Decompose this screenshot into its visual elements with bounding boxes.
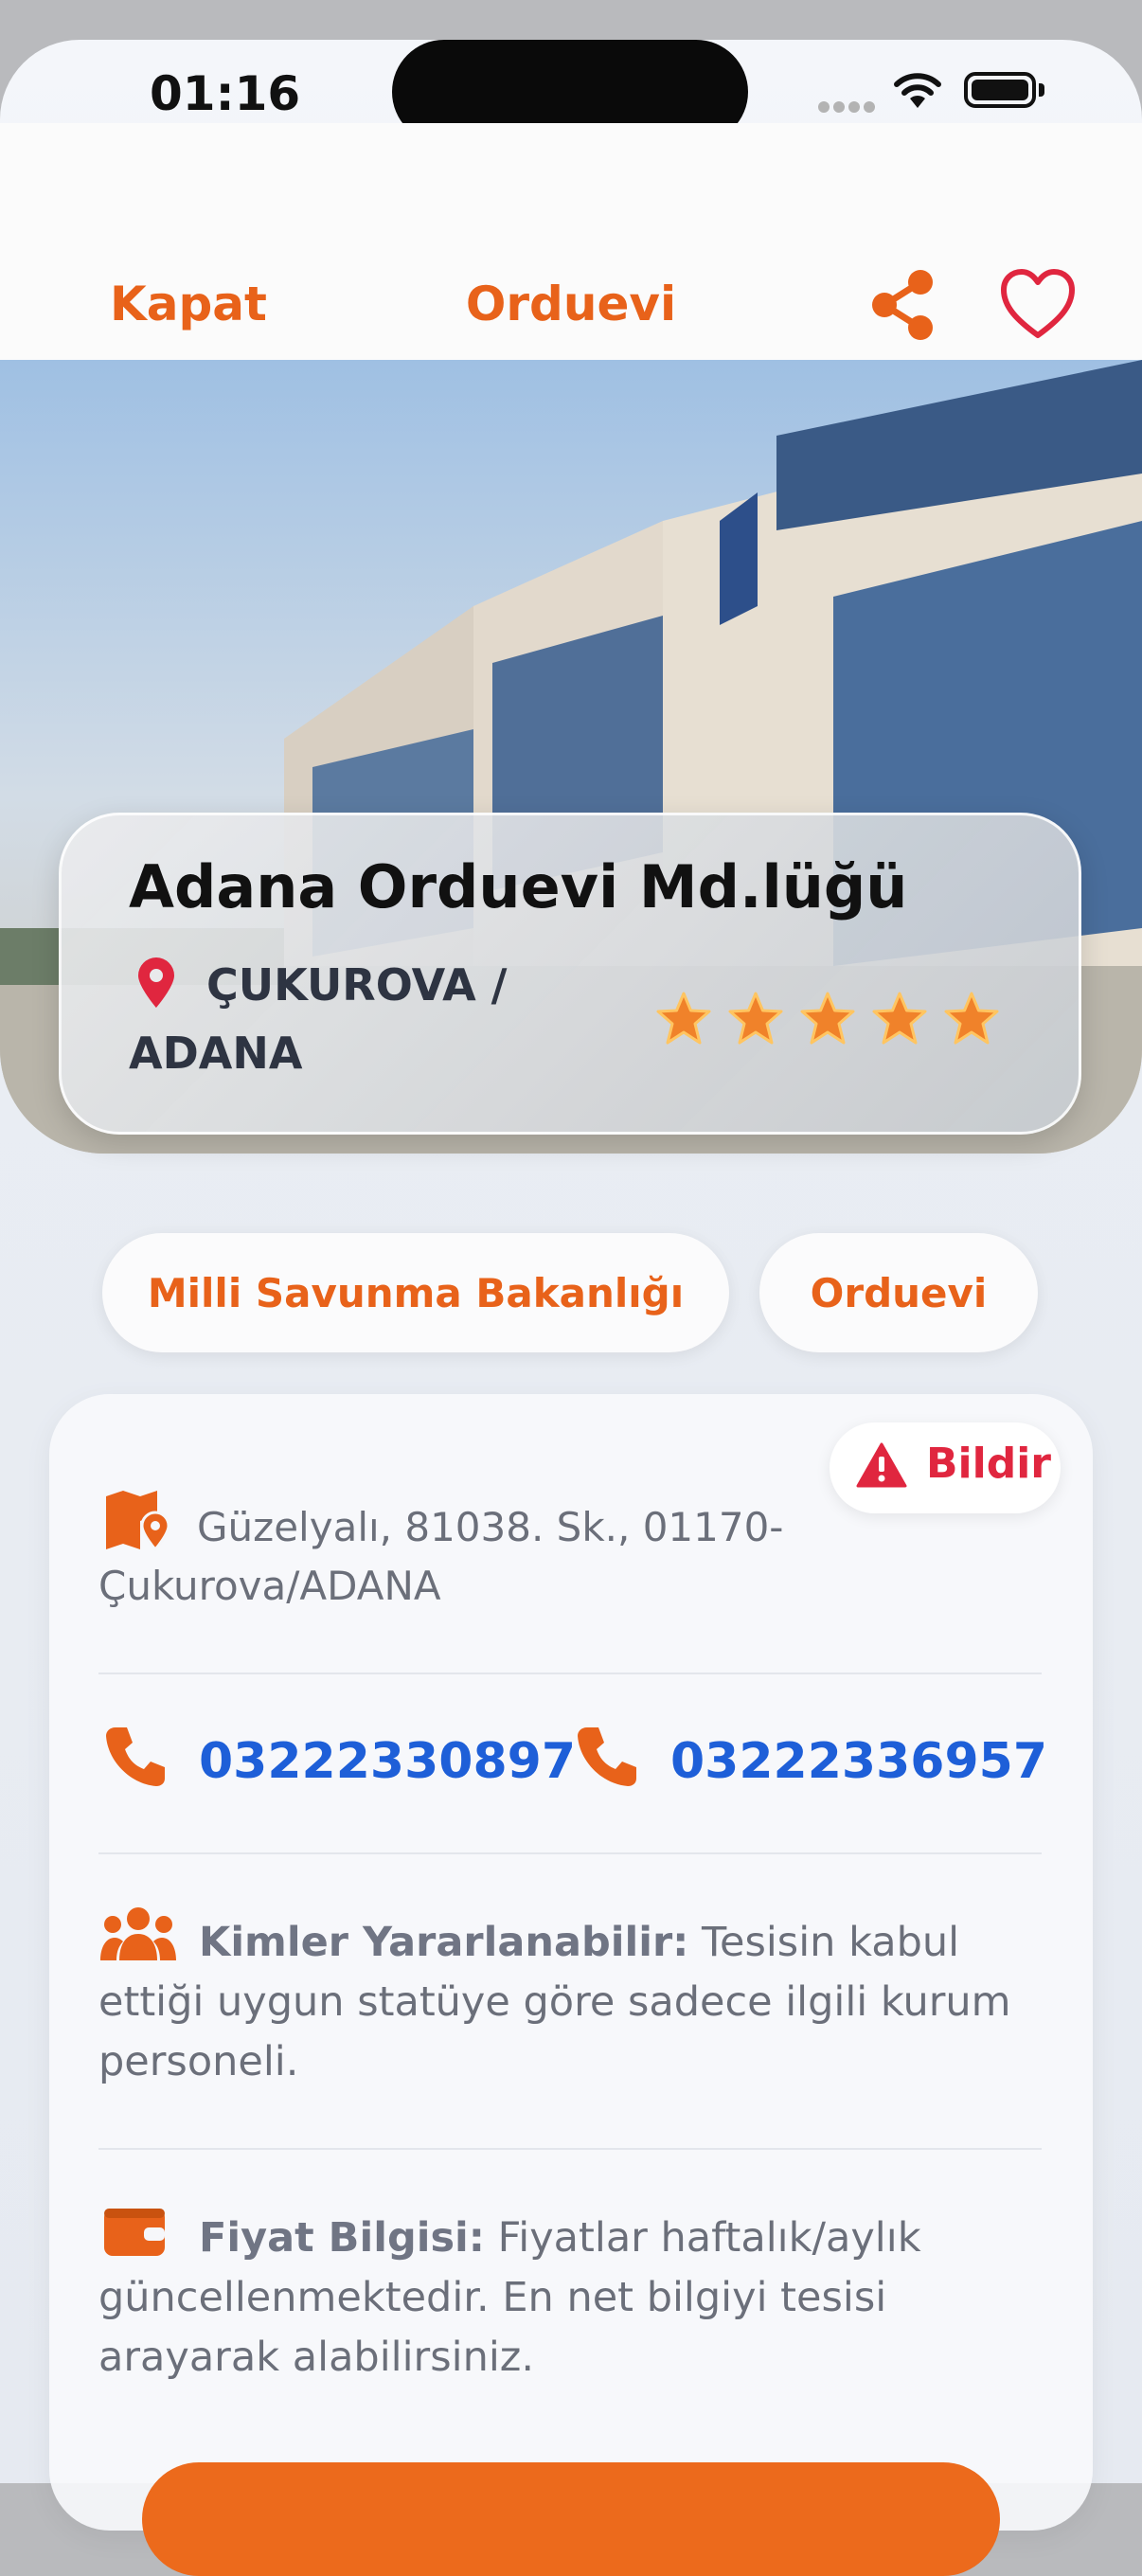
divider [98, 1673, 1042, 1674]
divider [98, 1852, 1042, 1854]
battery-tip [1039, 83, 1044, 97]
page-title: Orduevi [465, 277, 677, 331]
phone-icon [578, 1727, 636, 1786]
wifi-icon [894, 73, 941, 108]
address-text[interactable]: Güzelyalı, 81038. Sk., 01170-Çukurova/AD… [98, 1498, 799, 1616]
eligibility-label: Kimler Yararlanabilir: [199, 1919, 689, 1966]
star-icon [872, 992, 927, 1045]
facility-name: Adana Orduevi Md.lüğü [129, 852, 908, 921]
cellular-signal-icon [818, 98, 879, 116]
rating-stars [655, 991, 1000, 1047]
share-icon[interactable] [865, 267, 939, 341]
battery-icon [964, 72, 1036, 108]
star-icon [728, 992, 783, 1045]
phone-icon [106, 1727, 165, 1786]
price-text: Fiyat Bilgisi: Fiyatlar haftalık/aylık g… [98, 2209, 1045, 2388]
price-label: Fiyat Bilgisi: [199, 2214, 485, 2262]
status-time: 01:16 [150, 66, 301, 121]
star-icon [800, 992, 855, 1045]
heart-icon[interactable] [998, 267, 1078, 341]
divider [98, 2148, 1042, 2150]
phone-number-1[interactable]: 03222330897 [199, 1733, 576, 1790]
primary-action-button[interactable] [142, 2462, 1000, 2576]
warning-icon [856, 1442, 907, 1488]
star-icon [944, 992, 999, 1045]
eligibility-text: Kimler Yararlanabilir: Tesisin kabul ett… [98, 1913, 1045, 2092]
tag-category[interactable]: Orduevi [759, 1233, 1038, 1352]
facility-location: ÇUKUROVA / ADANA [129, 959, 508, 1079]
report-label[interactable]: Bildir [926, 1440, 1051, 1488]
phone-number-2[interactable]: 03222336957 [670, 1733, 1047, 1790]
tag-ministry[interactable]: Milli Savunma Bakanlığı [102, 1233, 729, 1352]
star-icon [656, 992, 711, 1045]
